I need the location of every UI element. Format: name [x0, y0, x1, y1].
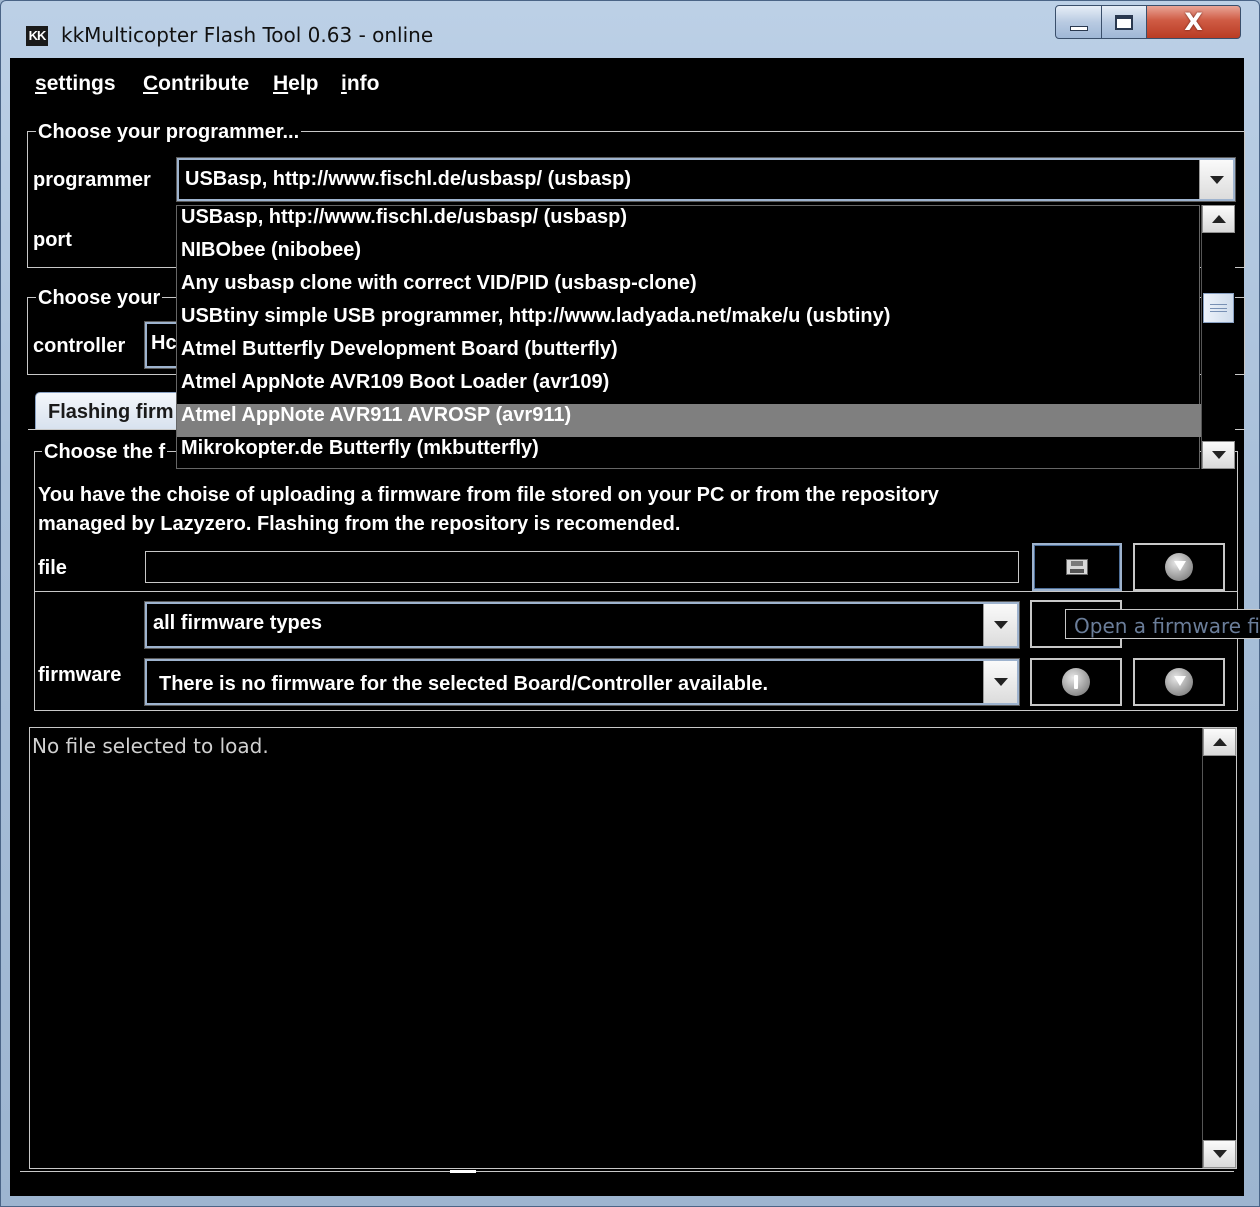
programmer-select-value: USBasp, http://www.fischl.de/usbasp/ (us…	[185, 168, 631, 190]
menu-settings[interactable]: settings	[35, 72, 116, 96]
grip-icon	[1210, 304, 1227, 312]
file-label: file	[38, 557, 67, 579]
menu-bar: settings Contribute Help info	[11, 59, 1243, 107]
log-scroll-down-button[interactable]	[1203, 1140, 1236, 1168]
firmware-select-arrow[interactable]	[983, 661, 1017, 703]
dropdown-scroll-down-button[interactable]	[1202, 441, 1235, 469]
controller-select-value: Hc	[151, 332, 177, 354]
chevron-down-icon	[993, 678, 1008, 686]
client-area: settings Contribute Help info Choose you…	[10, 58, 1260, 1196]
status-divider	[450, 1170, 476, 1173]
programmer-dropdown-list[interactable]: USBasp, http://www.fischl.de/usbasp/ (us…	[176, 205, 1201, 470]
maximize-button[interactable]	[1101, 5, 1147, 39]
app-window: KK kkMulticopter Flash Tool 0.63 - onlin…	[0, 0, 1260, 1207]
menu-help[interactable]: Help	[273, 72, 319, 96]
close-button[interactable]: X	[1146, 5, 1241, 39]
firmware-select-value: There is no firmware for the selected Bo…	[159, 673, 769, 695]
log-output[interactable]: No file selected to load.	[29, 727, 1237, 1169]
log-text: No file selected to load.	[32, 734, 269, 758]
programmer-option[interactable]: Any usbasp clone with correct VID/PID (u…	[177, 272, 1201, 305]
flash-arrow-icon	[1165, 668, 1193, 696]
dropdown-scroll-up-button[interactable]	[1202, 205, 1235, 233]
programmer-label: programmer	[33, 169, 151, 191]
minimize-button[interactable]	[1055, 5, 1102, 39]
programmer-option-selected[interactable]: Atmel AppNote AVR911 AVROSP (avr911)	[177, 404, 1201, 437]
programmer-group-title: Choose your programmer...	[36, 121, 302, 144]
firmware-select[interactable]: There is no firmware for the selected Bo…	[144, 658, 1020, 706]
firmware-type-value: all firmware types	[153, 612, 322, 634]
open-firmware-tooltip: Open a firmware fi	[1065, 609, 1260, 639]
floppy-disk-icon	[1066, 559, 1088, 575]
programmer-option[interactable]: USBtiny simple USB programmer, http://ww…	[177, 305, 1201, 338]
menu-contribute[interactable]: Contribute	[143, 72, 249, 96]
firmware-type-arrow[interactable]	[983, 604, 1017, 646]
file-path-input[interactable]	[145, 551, 1019, 583]
flash-arrow-icon	[1165, 553, 1193, 581]
window-title: kkMulticopter Flash Tool 0.63 - online	[61, 23, 434, 47]
open-file-button[interactable]	[1032, 543, 1122, 591]
firmware-divider	[34, 591, 1238, 592]
programmer-option[interactable]: Mikrokopter.de Butterfly (mkbutterfly)	[177, 437, 1201, 470]
log-scroll-up-button[interactable]	[1203, 728, 1236, 756]
flash-firmware-button[interactable]	[1133, 658, 1225, 706]
firmware-label: firmware	[38, 664, 122, 686]
programmer-option[interactable]: NIBObee (nibobee)	[177, 239, 1201, 272]
programmer-option[interactable]: Atmel AppNote AVR109 Boot Loader (avr109…	[177, 371, 1201, 404]
port-label: port	[33, 229, 72, 251]
controller-label: controller	[33, 335, 126, 357]
chevron-up-icon	[1212, 738, 1227, 746]
firmware-description: You have the choise of uploading a firmw…	[38, 484, 939, 535]
firmware-group-title: Choose the f	[42, 441, 168, 464]
menu-info[interactable]: info	[341, 72, 380, 96]
chevron-down-icon	[1212, 1150, 1227, 1158]
dropdown-scroll-thumb[interactable]	[1203, 293, 1234, 323]
chevron-down-icon	[1209, 175, 1224, 184]
programmer-options: USBasp, http://www.fischl.de/usbasp/ (us…	[177, 206, 1201, 470]
maximize-icon	[1115, 14, 1133, 30]
close-icon: X	[1184, 8, 1203, 36]
dropdown-scrollbar[interactable]	[1201, 205, 1235, 469]
programmer-select-arrow[interactable]	[1199, 160, 1233, 199]
firmware-info-button[interactable]	[1030, 658, 1122, 706]
title-bar[interactable]: KK kkMulticopter Flash Tool 0.63 - onlin…	[1, 1, 1259, 57]
flash-file-button[interactable]	[1133, 543, 1225, 591]
programmer-select[interactable]: USBasp, http://www.fischl.de/usbasp/ (us…	[176, 157, 1236, 202]
programmer-option[interactable]: USBasp, http://www.fischl.de/usbasp/ (us…	[177, 206, 1201, 239]
log-scrollbar[interactable]	[1202, 728, 1236, 1168]
info-icon	[1062, 668, 1090, 696]
firmware-type-select[interactable]: all firmware types	[144, 601, 1020, 649]
controller-group-title: Choose your	[36, 287, 163, 310]
programmer-option[interactable]: Atmel Butterfly Development Board (butte…	[177, 338, 1201, 371]
chevron-up-icon	[1211, 215, 1226, 223]
chevron-down-icon	[1211, 451, 1226, 459]
minimize-icon	[1069, 25, 1088, 31]
chevron-down-icon	[993, 621, 1008, 629]
tab-flashing-firmware[interactable]: Flashing firm	[35, 392, 185, 430]
kk-app-icon[interactable]: KK	[26, 26, 48, 46]
status-bar	[20, 1170, 1234, 1193]
